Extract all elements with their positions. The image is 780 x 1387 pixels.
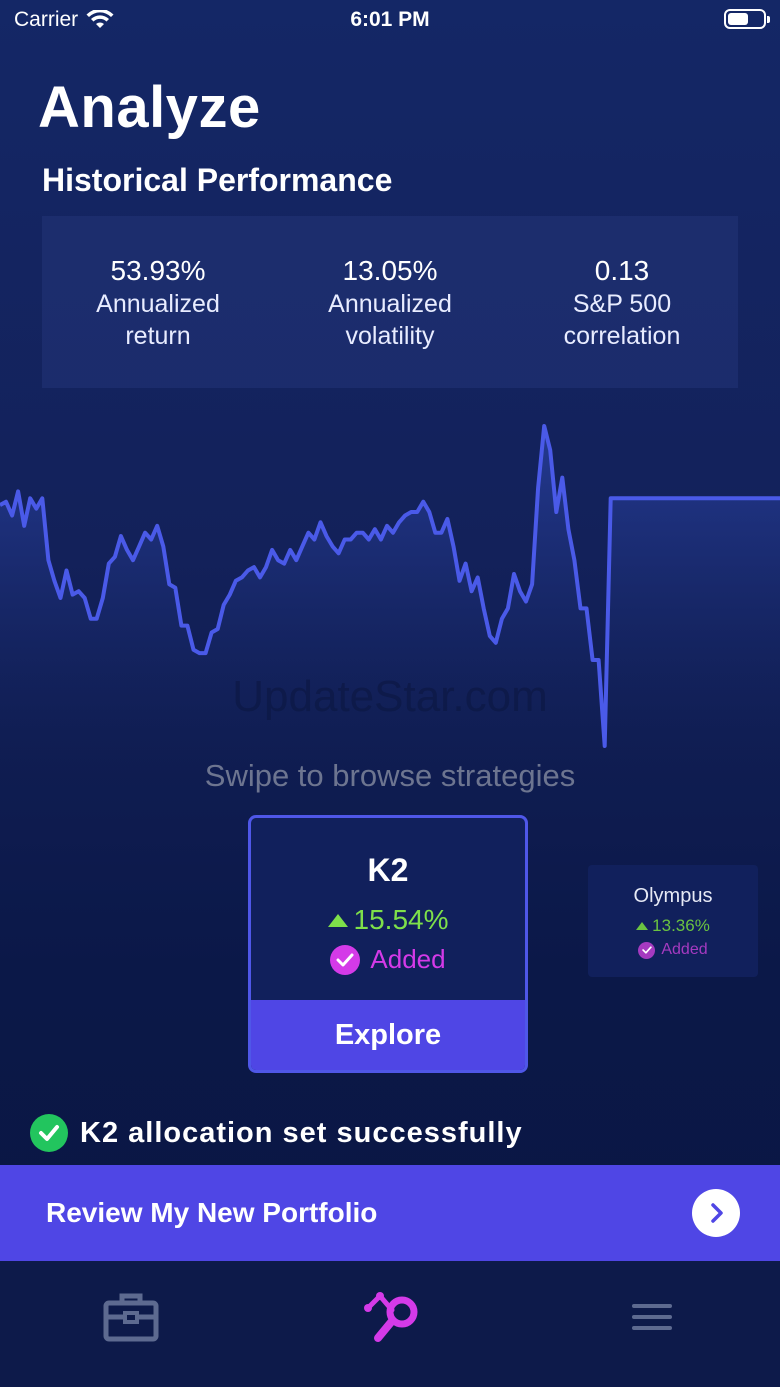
tab-portfolio[interactable] — [91, 1287, 171, 1347]
review-portfolio-button[interactable]: Review My New Portfolio — [0, 1165, 780, 1261]
strategy-name: Olympus — [633, 885, 713, 907]
strategy-status: Added — [588, 941, 758, 959]
review-portfolio-label: Review My New Portfolio — [46, 1197, 378, 1228]
strategy-name: K2 — [367, 852, 409, 888]
section-title: Historical Performance — [42, 162, 393, 198]
stat-value: 0.13 — [594, 255, 650, 286]
success-check-icon — [30, 1114, 68, 1152]
tab-menu[interactable] — [612, 1287, 692, 1347]
strategy-return-value: 13.36% — [652, 916, 710, 935]
stat-value: 53.93% — [110, 255, 206, 286]
stat-sp500-correlation: 0.13 S&P 500 correlation — [506, 216, 738, 388]
strategy-status-label: Added — [370, 944, 446, 974]
success-text: K2 allocation set successfully — [80, 1116, 523, 1149]
briefcase-icon — [103, 1293, 159, 1342]
watermark: UpdateStar.com — [232, 672, 548, 721]
strategy-return: 15.54% — [251, 904, 525, 936]
strategy-card-k2[interactable]: K2 15.54% Added Explore — [248, 815, 528, 1073]
arrow-up-icon — [327, 913, 348, 927]
strategy-status-label: Added — [661, 941, 708, 958]
check-circle-icon — [330, 944, 361, 975]
stat-annualized-volatility: 13.05% Annualized volatility — [274, 216, 506, 388]
menu-icon — [632, 1304, 672, 1330]
stats-card: 53.93% Annualized return 13.05% Annualiz… — [42, 216, 738, 388]
swipe-hint: Swipe to browse strategies — [204, 758, 576, 793]
success-message: K2 allocation set successfully — [30, 1114, 523, 1152]
battery-icon — [724, 9, 770, 29]
strategy-return: 13.36% — [588, 916, 758, 936]
check-circle-icon — [638, 941, 656, 959]
stat-value: 13.05% — [342, 255, 438, 286]
explore-button[interactable]: Explore — [251, 1000, 525, 1070]
strategy-status: Added — [251, 944, 525, 975]
strategy-return-value: 15.54% — [353, 904, 449, 935]
stat-label: S&P 500 correlation — [563, 290, 681, 350]
arrow-up-icon — [636, 922, 649, 930]
tab-bar — [0, 1261, 780, 1387]
analyze-icon — [364, 1292, 418, 1342]
stat-annualized-return: 53.93% Annualized return — [42, 216, 274, 388]
stat-label: Annualized return — [96, 290, 220, 350]
status-bar: Carrier 6:01 PM — [0, 0, 780, 40]
chevron-right-icon — [692, 1189, 740, 1237]
tab-analyze[interactable] — [352, 1287, 432, 1347]
strategy-card-olympus[interactable]: Olympus 13.36% Added — [588, 865, 758, 977]
clock: 6:01 PM — [350, 8, 430, 31]
stat-label: Annualized volatility — [328, 290, 452, 350]
page-title: Analyze — [38, 75, 261, 140]
